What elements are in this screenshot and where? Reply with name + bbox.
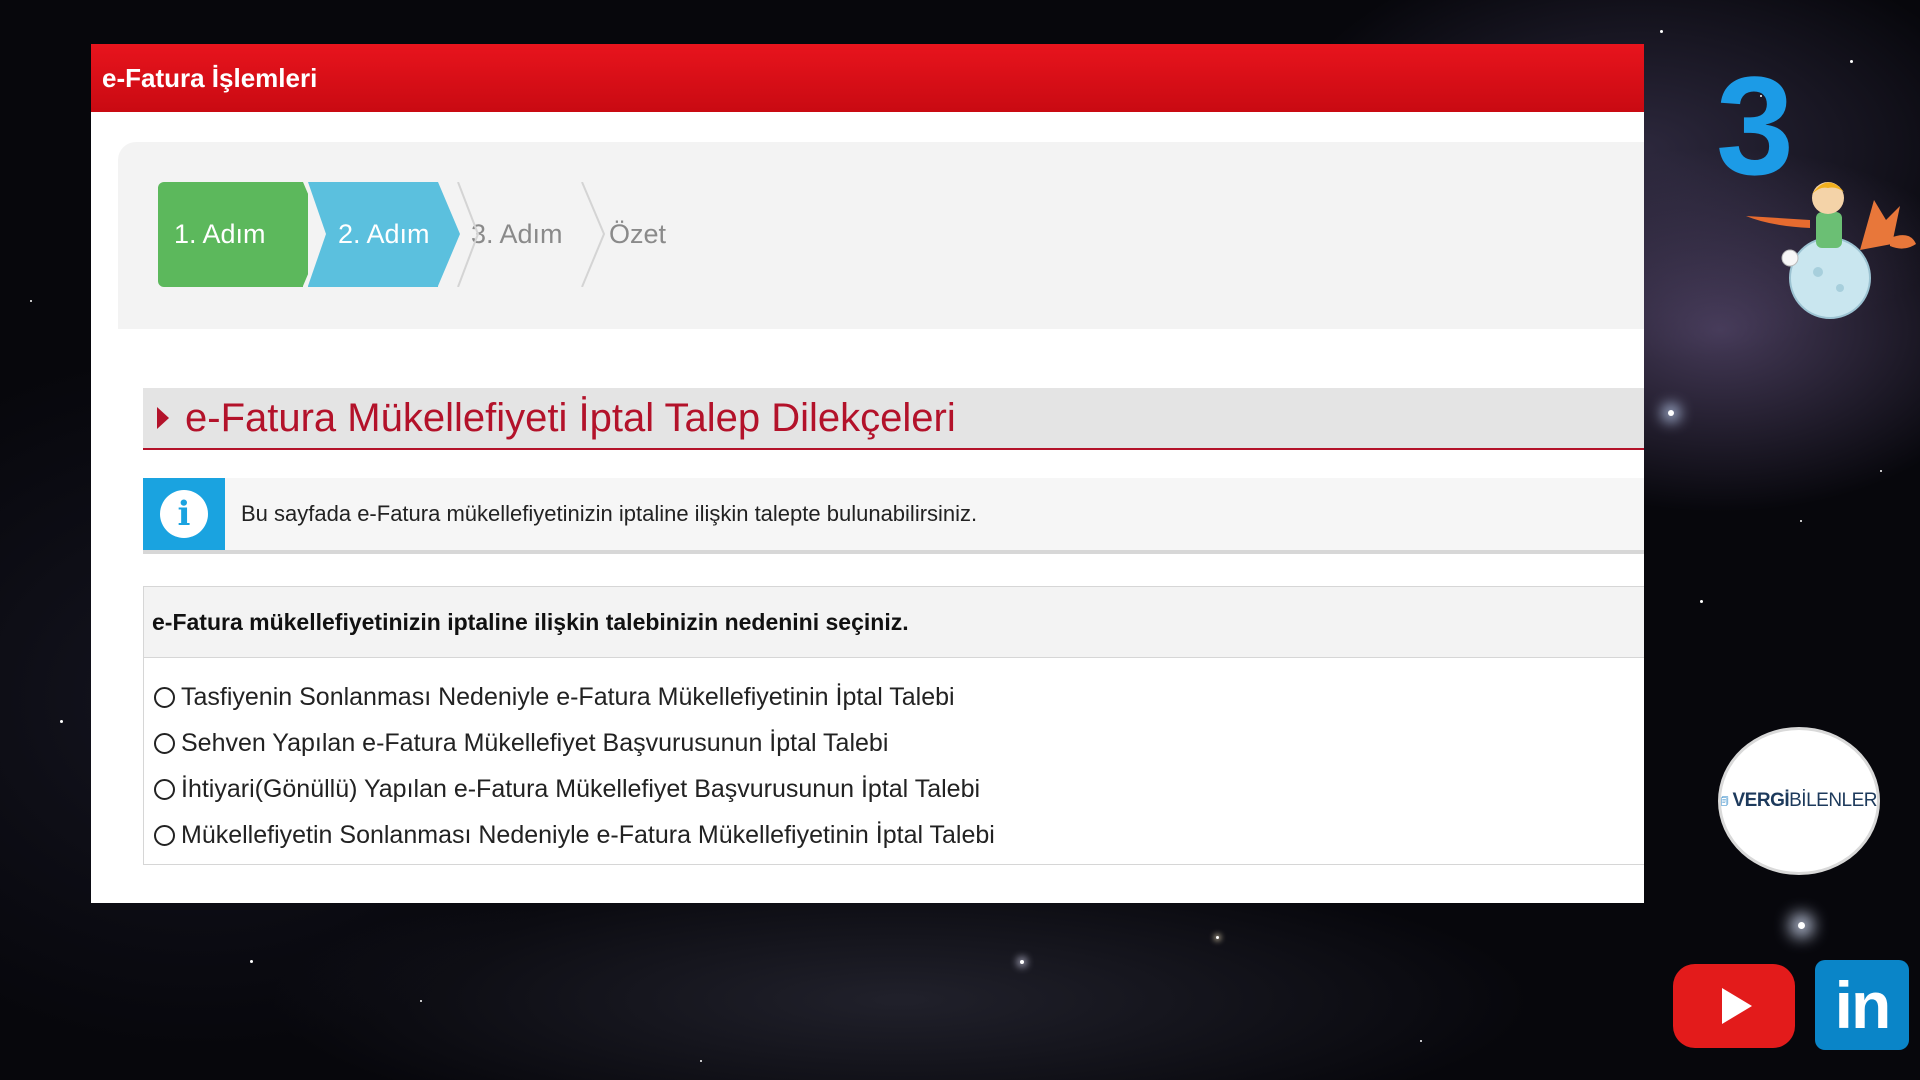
reason-question: e-Fatura mükellefiyetinizin iptaline ili… — [143, 586, 1644, 865]
reason-option-mistaken[interactable]: Sehven Yapılan e-Fatura Mükellefiyet Baş… — [154, 720, 1644, 766]
document-icon — [1721, 796, 1729, 806]
reason-option-label: Sehven Yapılan e-Fatura Mükellefiyet Baş… — [181, 728, 889, 757]
info-alert: i Bu sayfada e-Fatura mükellefiyetinizin… — [143, 478, 1644, 554]
wizard-step-3[interactable]: 3. Adım — [463, 182, 588, 287]
radio-button[interactable] — [154, 686, 175, 708]
efatura-panel: e-Fatura İşlemleri 1. Adım 2. Adım 3. Ad… — [91, 44, 1644, 903]
radio-button[interactable] — [154, 824, 175, 846]
reason-option-label: Tasfiyenin Sonlanması Nedeniyle e-Fatura… — [181, 682, 955, 711]
wizard-step-1-label: 1. Adım — [174, 219, 266, 249]
vergibilenler-logo: VERGİBİLENLER — [1718, 727, 1880, 875]
linkedin-text: in — [1834, 968, 1892, 1042]
reason-option-label: Mükellefiyetin Sonlanması Nedeniyle e-Fa… — [181, 820, 995, 849]
brand-text: VERGİBİLENLER — [1733, 790, 1878, 812]
wizard-step-3-label: 3. Adım — [471, 219, 563, 249]
brand-text-light: BİLENLER — [1789, 790, 1877, 811]
info-icon-container: i — [143, 478, 225, 550]
info-text: Bu sayfada e-Fatura mükellefiyetinizin i… — [241, 501, 978, 526]
caret-right-icon — [157, 407, 169, 429]
wizard-separator-icon — [457, 182, 480, 287]
linkedin-icon[interactable]: in — [1815, 960, 1909, 1050]
section-title: e-Fatura Mükellefiyeti İptal Talep Dilek… — [185, 395, 956, 440]
wizard-step-1[interactable]: 1. Adım — [158, 182, 325, 287]
reason-option-label: İhtiyari(Gönüllü) Yapılan e-Fatura Mükel… — [181, 774, 981, 803]
wizard-step-summary-label: Özet — [609, 219, 667, 249]
section-heading: e-Fatura Mükellefiyeti İptal Talep Dilek… — [143, 388, 1644, 450]
panel-header: e-Fatura İşlemleri — [91, 44, 1644, 112]
step-wizard: 1. Adım 2. Adım 3. Adım Özet — [118, 142, 1644, 329]
info-icon: i — [160, 490, 208, 538]
reason-option-termination[interactable]: Mükellefiyetin Sonlanması Nedeniyle e-Fa… — [154, 812, 1644, 858]
radio-button[interactable] — [154, 732, 175, 754]
panel-title: e-Fatura İşlemleri — [102, 62, 318, 93]
little-prince-mascot-icon — [1746, 182, 1916, 319]
wizard-step-2[interactable]: 2. Adım — [308, 182, 460, 287]
reason-option-liquidation[interactable]: Tasfiyenin Sonlanması Nedeniyle e-Fatura… — [154, 674, 1644, 720]
radio-button[interactable] — [154, 778, 175, 800]
play-icon — [1722, 988, 1752, 1024]
reason-option-voluntary[interactable]: İhtiyari(Gönüllü) Yapılan e-Fatura Mükel… — [154, 766, 1644, 812]
wizard-step-summary[interactable]: Özet — [601, 182, 721, 287]
question-prompt: e-Fatura mükellefiyetinizin iptaline ili… — [144, 587, 1644, 658]
wizard-step-2-label: 2. Adım — [338, 219, 430, 249]
brand-text-bold: VERGİ — [1732, 790, 1790, 811]
youtube-icon[interactable] — [1673, 964, 1795, 1048]
reason-options: Tasfiyenin Sonlanması Nedeniyle e-Fatura… — [144, 658, 1644, 858]
